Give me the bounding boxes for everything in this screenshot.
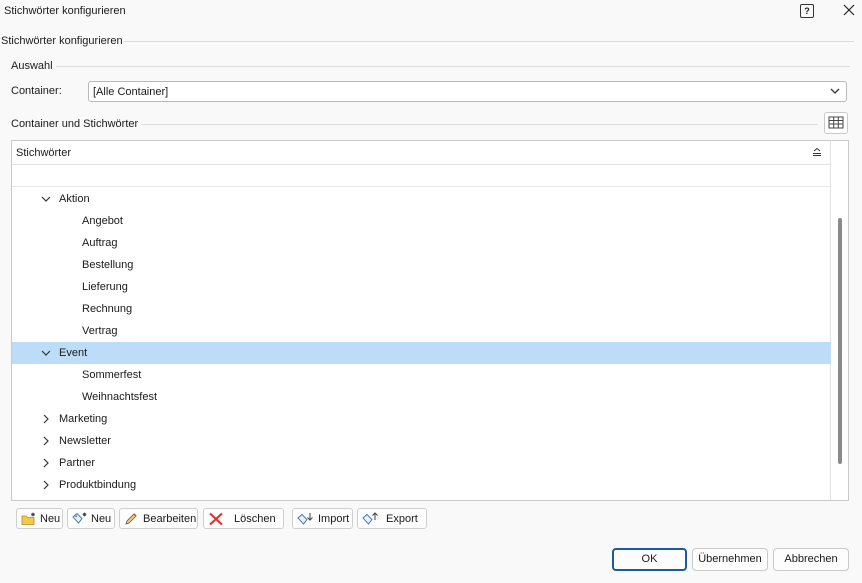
close-button[interactable] (840, 1, 858, 19)
chevron-right-icon[interactable] (40, 435, 52, 447)
tree-row-label: Angebot (82, 215, 123, 227)
tree-container-row[interactable]: Newsletter (12, 430, 831, 452)
new-keyword-button[interactable]: Neu (67, 508, 115, 529)
tree-keyword-row[interactable]: Angebot (12, 210, 831, 232)
tree-keyword-row[interactable]: Lieferung (12, 276, 831, 298)
chevron-down-icon[interactable] (40, 347, 52, 359)
delete-x-icon (209, 512, 223, 525)
scrollbar-thumb[interactable] (838, 218, 842, 464)
pencil-icon (125, 512, 137, 525)
window-title: Stichwörter konfigurieren (4, 5, 126, 17)
tree-row-label: Event (59, 347, 88, 359)
tree-container-row[interactable]: Partner (12, 452, 831, 474)
container-label: Container: (11, 85, 62, 97)
ok-button[interactable]: OK (612, 548, 687, 571)
tree-row-label: Aktion (59, 193, 90, 205)
export-button[interactable]: Export (357, 508, 427, 529)
tree-keyword-row[interactable]: Sommerfest (12, 364, 831, 386)
delete-label: Löschen (234, 512, 276, 525)
tree-row-label: Partner (59, 457, 96, 469)
tree-container-row[interactable]: Event (12, 342, 831, 364)
export-label: Export (386, 512, 418, 525)
new-container-label: Neu (40, 512, 61, 525)
selection-section-title: Auswahl (11, 60, 53, 72)
help-button[interactable]: ? (800, 4, 814, 18)
new-folder-icon (21, 512, 35, 525)
group-title-divider (124, 41, 854, 42)
table-grid-icon (828, 116, 844, 129)
help-icon: ? (804, 6, 810, 16)
tree-row-label: Lieferung (82, 281, 128, 293)
close-icon (843, 4, 855, 16)
group-title: Stichwörter konfigurieren (1, 35, 123, 47)
export-icon (362, 511, 378, 525)
chevron-right-icon[interactable] (40, 457, 52, 469)
apply-button[interactable]: Übernehmen (692, 548, 768, 571)
tree-column-header[interactable]: Stichwörter (12, 141, 831, 165)
title-bar: Stichwörter konfigurieren ? (0, 0, 862, 24)
import-icon (297, 512, 313, 525)
column-chooser-button[interactable] (824, 112, 848, 134)
chevron-right-icon[interactable] (40, 413, 52, 425)
new-tag-icon (72, 512, 87, 524)
filter-row[interactable] (12, 165, 831, 187)
tree-row-label: Sommerfest (82, 369, 142, 381)
delete-button[interactable]: Löschen (203, 508, 284, 529)
tree-section-title: Container und Stichwörter (11, 118, 139, 130)
chevron-down-icon[interactable] (40, 193, 52, 205)
tree-row-label: Auftrag (82, 237, 118, 249)
cancel-button[interactable]: Abbrechen (773, 548, 849, 571)
edit-button[interactable]: Bearbeiten (119, 508, 198, 529)
keyword-tree[interactable]: Stichwörter Aktion Angebot Auftrag Bestellu… (11, 140, 849, 501)
tree-container-row[interactable]: Aktion (12, 188, 831, 210)
selection-divider (56, 66, 850, 67)
tree-section-divider (142, 124, 818, 125)
tree-keyword-row[interactable]: Rechnung (12, 298, 831, 320)
tree-row-label: Produktbindung (59, 479, 137, 491)
import-button[interactable]: Import (292, 508, 353, 529)
tree-row-label: Newsletter (59, 435, 111, 447)
tree-row-label: Vertrag (82, 325, 118, 337)
sort-ascending-icon (813, 147, 821, 156)
container-combobox-value: [Alle Container] (93, 86, 169, 98)
edit-label: Bearbeiten (143, 512, 197, 525)
new-keyword-label: Neu (91, 512, 112, 525)
container-combobox[interactable]: [Alle Container] (88, 81, 847, 102)
import-label: Import (318, 512, 350, 525)
tree-row-label: Bestellung (82, 259, 134, 271)
tree-keyword-row[interactable]: Weihnachtsfest (12, 386, 831, 408)
tree-keyword-row[interactable]: Auftrag (12, 232, 831, 254)
new-container-button[interactable]: Neu (16, 508, 63, 529)
tree-row-label: Weihnachtsfest (82, 391, 158, 403)
tree-container-row[interactable]: Marketing (12, 408, 831, 430)
chevron-right-icon[interactable] (40, 479, 52, 491)
tree-keyword-row[interactable]: Bestellung (12, 254, 831, 276)
tree-container-row[interactable]: Produktbindung (12, 474, 831, 496)
tree-row-label: Rechnung (82, 303, 133, 315)
tree-keyword-row[interactable]: Vertrag (12, 320, 831, 342)
chevron-down-icon (830, 88, 840, 94)
column-header-label: Stichwörter (16, 147, 72, 159)
tree-row-label: Marketing (59, 413, 108, 425)
